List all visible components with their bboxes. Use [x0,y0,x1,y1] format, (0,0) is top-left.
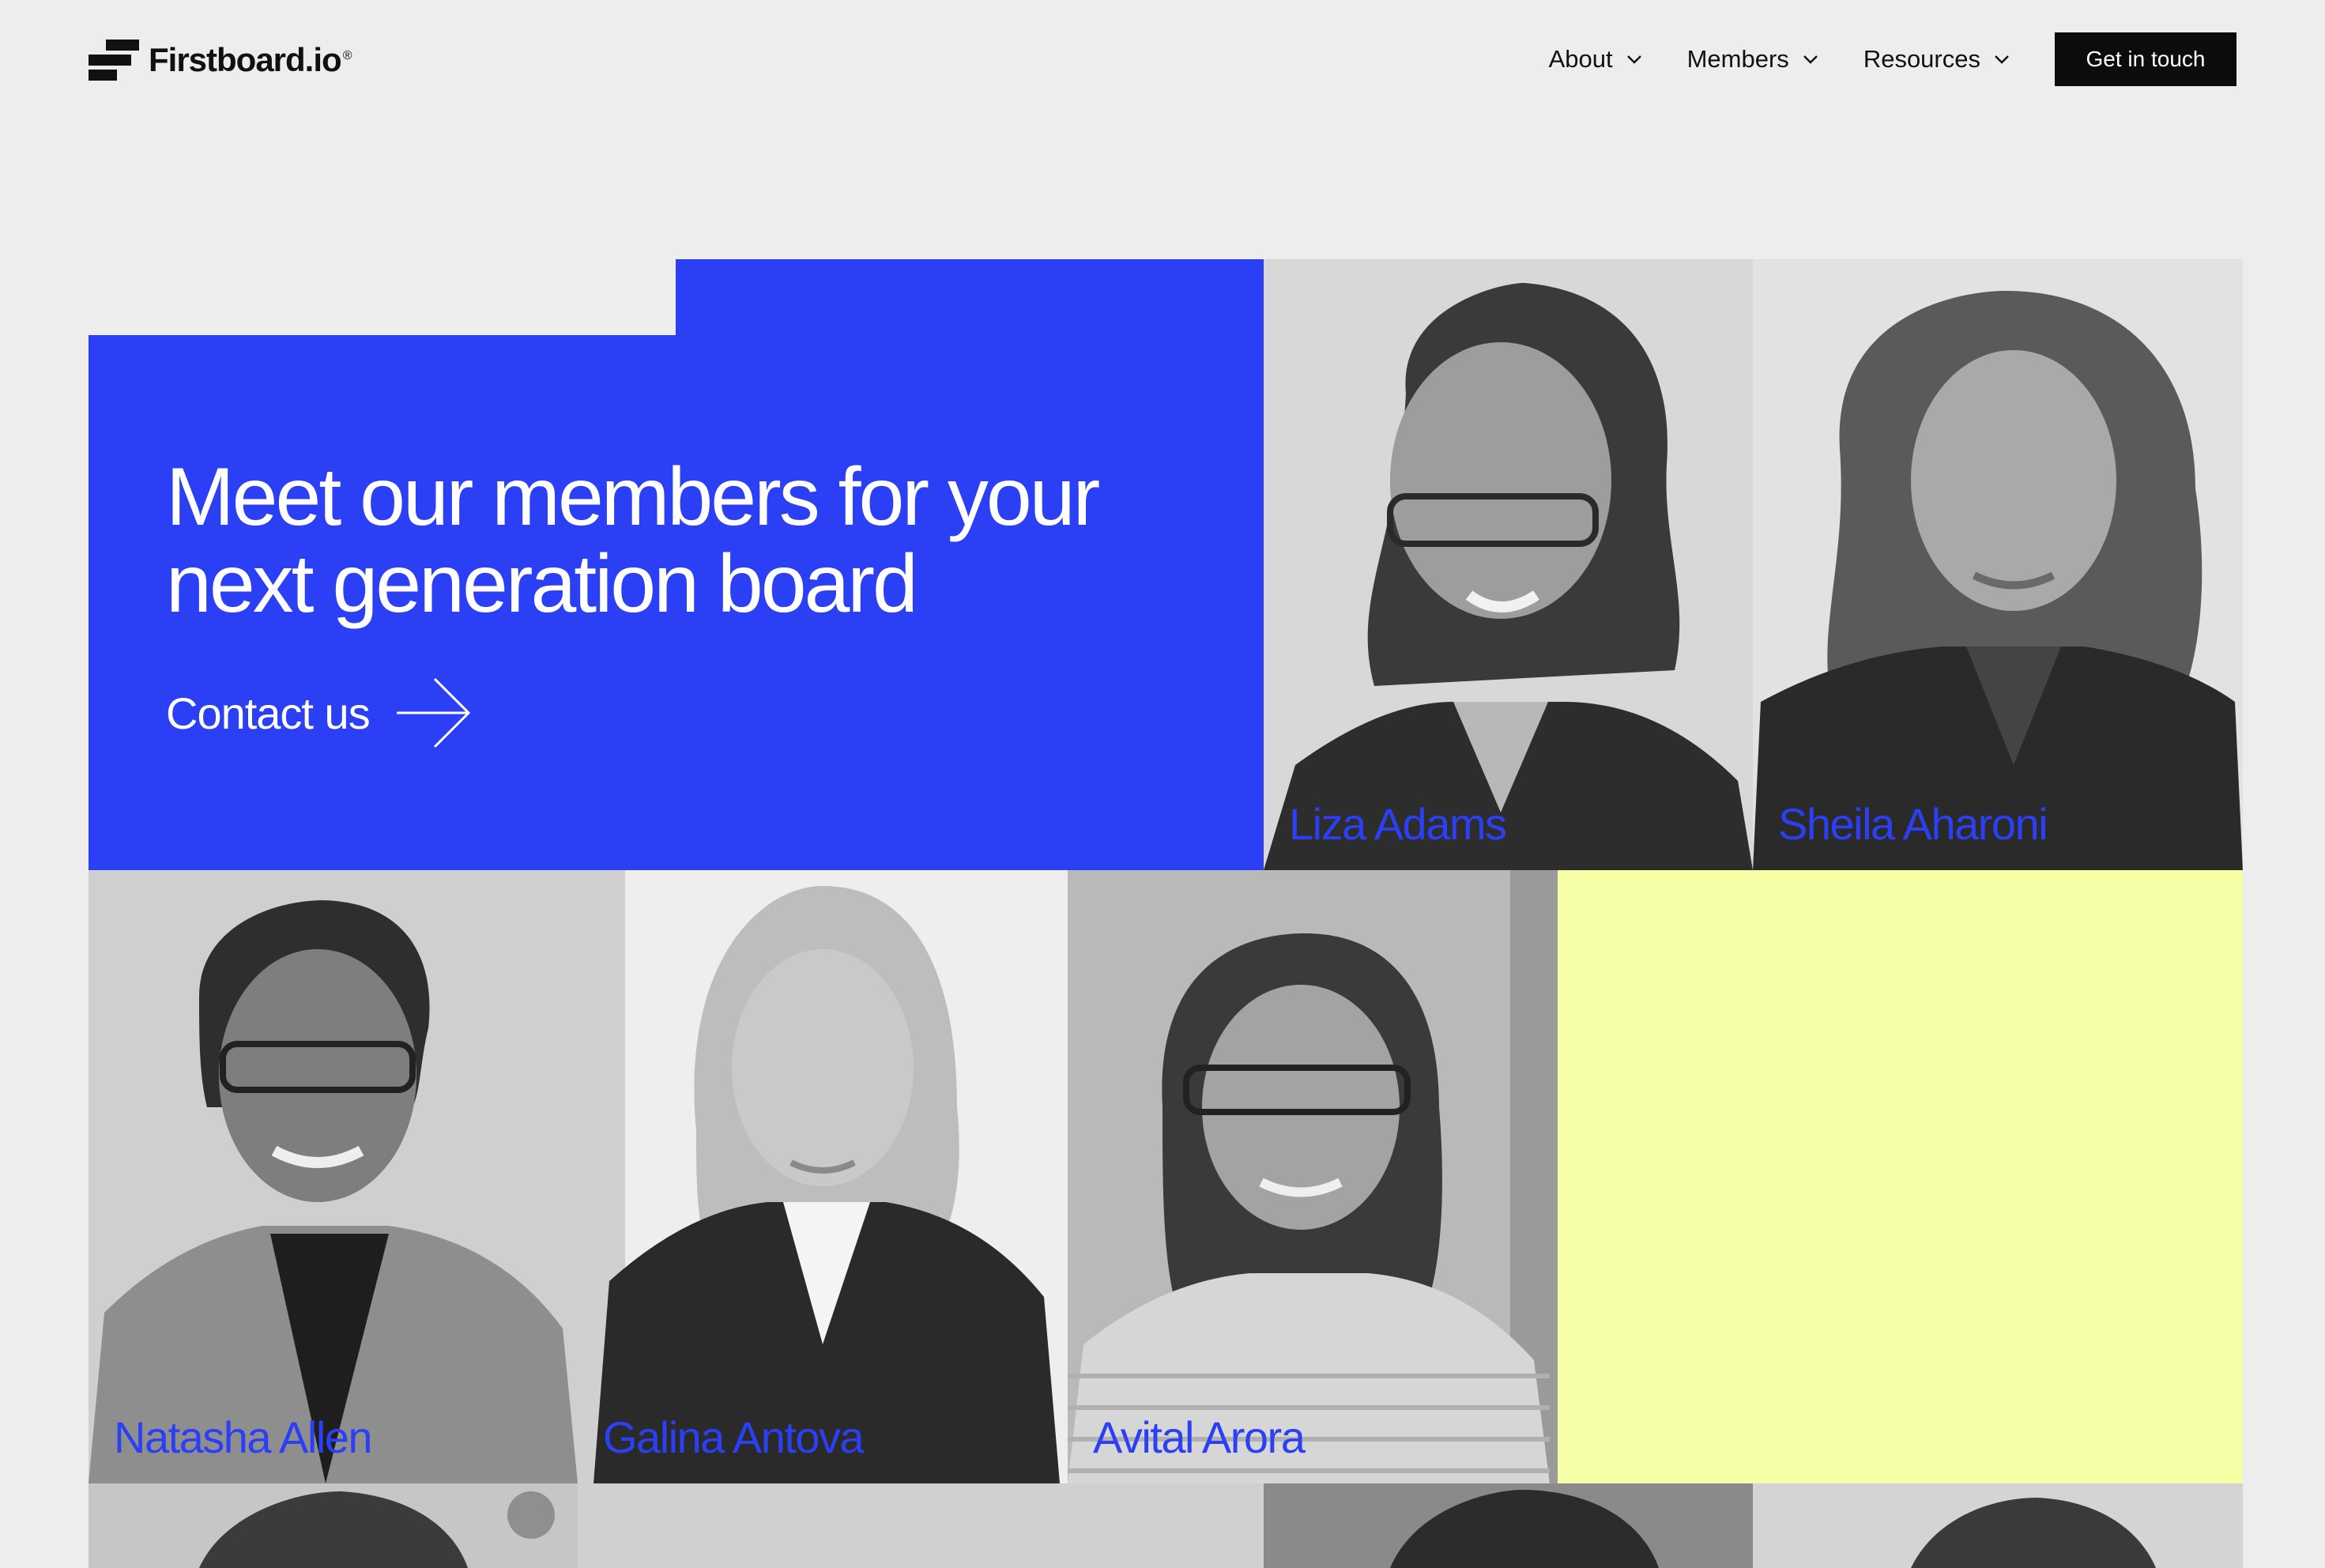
contact-us-label: Contact us [166,688,371,738]
member-name: Natasha Allen [114,1412,373,1462]
chevron-down-icon [1803,55,1818,64]
main-nav: About Members Resources Get in touch [1549,32,2236,86]
arrow-right-icon [396,677,470,748]
member-photo [578,870,1068,1483]
chevron-down-icon [1626,55,1641,64]
member-card-partial[interactable] [1264,1483,1753,1568]
nav-members[interactable]: Members [1687,45,1819,74]
member-card-avital-arora[interactable]: Avital Arora [1068,870,1558,1483]
nav-members-label: Members [1686,45,1789,73]
nav-about-label: About [1548,45,1613,73]
site-logo[interactable]: Firstboard.io ® [89,40,352,81]
member-photo [1264,1483,1753,1568]
hero-tab-shape [676,259,1264,338]
contact-us-link[interactable]: Contact us [166,677,471,749]
member-card-natasha-allen[interactable]: Natasha Allen [89,870,578,1483]
nav-about[interactable]: About [1549,45,1643,74]
member-photo [1753,1483,2243,1568]
logo-mark-icon [89,40,139,81]
member-name: Sheila Aharoni [1778,799,2048,849]
nav-resources-label: Resources [1863,45,1980,73]
highlight-block [1558,870,2243,1483]
member-photo [89,1483,578,1568]
member-card-partial[interactable] [1753,1483,2243,1568]
member-card-sheila-aharoni[interactable]: Sheila Aharoni [1753,259,2243,870]
chevron-down-icon [1995,55,2009,64]
member-name: Avital Arora [1093,1412,1306,1462]
member-photo [1264,259,1753,870]
logo-text: Firstboard.io [149,41,342,78]
member-photo [1068,870,1558,1483]
member-card-partial[interactable] [89,1483,578,1568]
hero-title-line-2: next generation board [166,538,918,630]
site-header: Firstboard.io ® About Members Resources G… [0,0,2325,126]
nav-resources[interactable]: Resources [1863,45,2010,74]
member-name: Liza Adams [1289,799,1507,849]
member-photo [89,870,578,1483]
member-name: Galina Antova [603,1412,865,1462]
member-card-liza-adams[interactable]: Liza Adams [1264,259,1753,870]
hero-panel: Meet our members for your next generatio… [89,335,1264,870]
get-in-touch-button[interactable]: Get in touch [2055,32,2236,86]
member-photo [1753,259,2243,870]
placeholder-block [578,1483,1264,1568]
registered-mark: ® [342,49,352,62]
hero-title-line-1: Meet our members for your [166,451,1100,543]
hero-title: Meet our members for your next generatio… [166,454,1193,628]
member-card-galina-antova[interactable]: Galina Antova [578,870,1068,1483]
